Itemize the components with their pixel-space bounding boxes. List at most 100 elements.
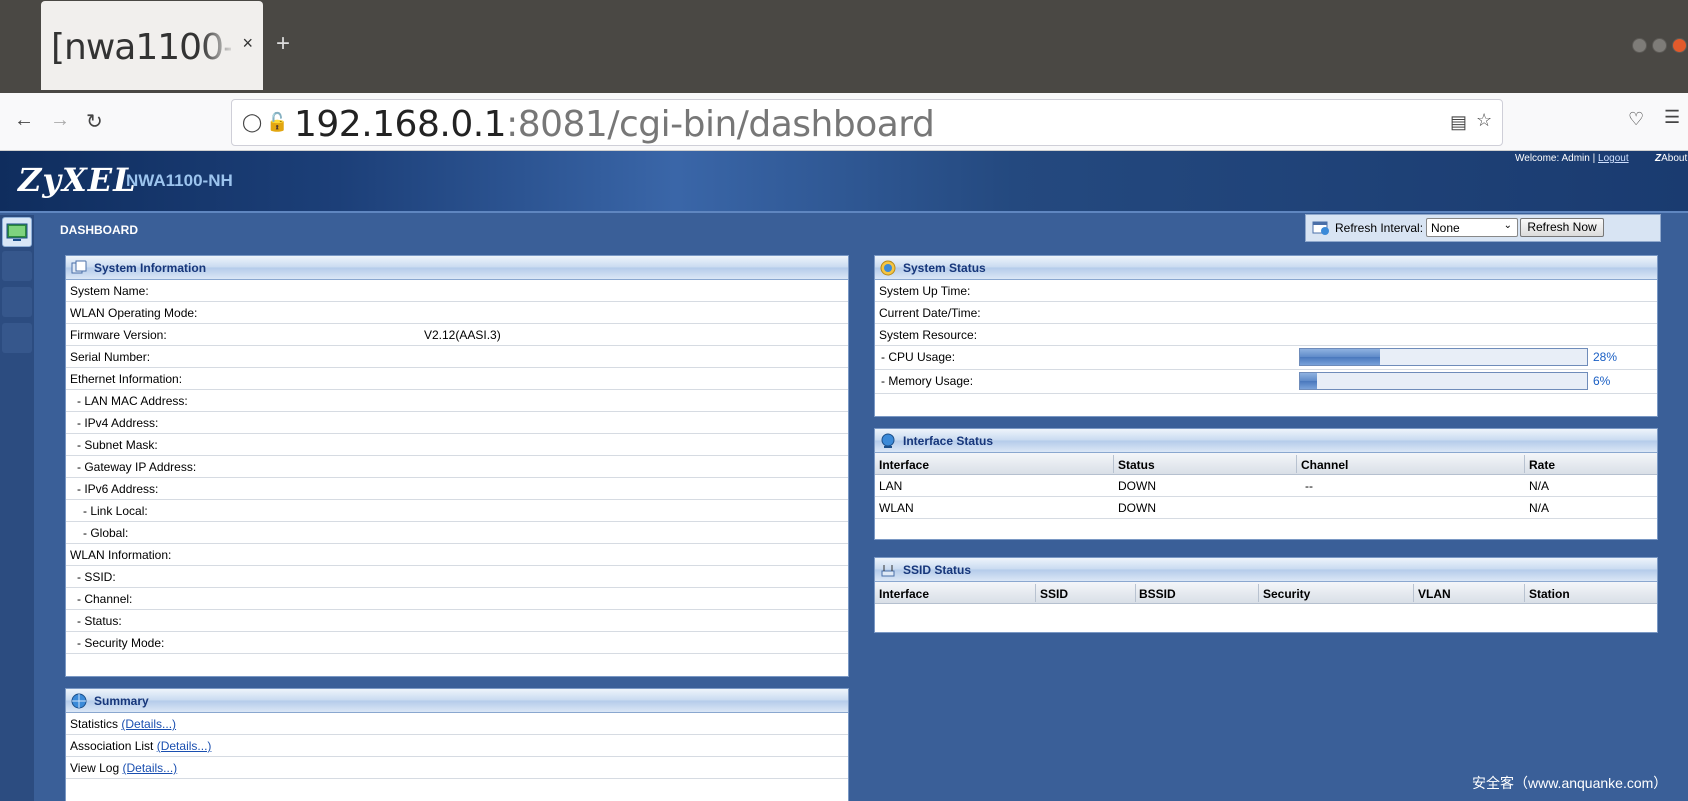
- info-row: - Security Mode:: [66, 632, 848, 654]
- page-title: DASHBOARD: [60, 223, 138, 237]
- column-divider: [1035, 584, 1036, 602]
- info-label: - Subnet Mask:: [77, 438, 158, 452]
- panel-title: Interface Status: [903, 434, 994, 448]
- dashboard-nav-icon[interactable]: [2, 217, 32, 247]
- maximize-icon[interactable]: [1652, 38, 1667, 53]
- reload-icon[interactable]: ↻: [86, 109, 103, 134]
- shield-icon[interactable]: ◯: [242, 112, 262, 133]
- refresh-interval-label: Refresh Interval:: [1335, 221, 1424, 235]
- interface-cell: LAN: [879, 479, 903, 493]
- tab-title: [nwa1100-nh]: [51, 27, 231, 68]
- column-header: Security: [1263, 587, 1311, 601]
- interface-cell: WLAN: [879, 501, 914, 515]
- url-host: 192.168.0.1: [294, 104, 507, 145]
- reader-view-icon[interactable]: ▤: [1450, 112, 1467, 133]
- summary-label: Statistics (Details...): [70, 717, 176, 731]
- memory-label: - Memory Usage:: [881, 374, 974, 388]
- ssid-status-panel: SSID Status Interface SSID BSSID Securit…: [874, 557, 1658, 633]
- info-row: - Status:: [66, 610, 848, 632]
- bookmark-star-icon[interactable]: ☆: [1476, 110, 1492, 131]
- info-row: Serial Number:: [66, 346, 848, 368]
- table-row: WLAN DOWN N/A: [875, 497, 1657, 519]
- panel-title: System Status: [903, 261, 986, 275]
- summary-label: Association List (Details...): [70, 739, 211, 753]
- refresh-interval-select[interactable]: None ⌄: [1426, 218, 1518, 237]
- column-divider: [1258, 584, 1259, 602]
- summary-row: Statistics (Details...): [66, 713, 848, 735]
- about-link[interactable]: ZAbout: [1655, 153, 1687, 164]
- uptime-row: System Up Time:: [875, 280, 1657, 302]
- info-label: - IPv4 Address:: [77, 416, 159, 430]
- menu-icon[interactable]: ☰: [1664, 107, 1680, 128]
- column-divider: [1413, 584, 1414, 602]
- summary-row: Association List (Details...): [66, 735, 848, 757]
- column-divider: [1524, 455, 1525, 473]
- top-banner: ZyXEL NWA1100-NH Welcome: Admin | Logout…: [0, 151, 1688, 213]
- logout-link[interactable]: Logout: [1598, 153, 1629, 164]
- insecure-lock-icon[interactable]: 🔓: [266, 112, 288, 133]
- system-info-icon: [71, 260, 87, 274]
- chevron-down-icon: ⌄: [1503, 220, 1512, 231]
- column-divider: [1113, 455, 1114, 473]
- forward-icon[interactable]: →: [50, 109, 70, 132]
- browser-nav-bar: ← → ↻ ◯ 🔓 192.168.0.1:8081/cgi-bin/dashb…: [0, 93, 1688, 151]
- new-tab-icon[interactable]: +: [276, 30, 290, 58]
- info-row: System Name:: [66, 280, 848, 302]
- browser-tab[interactable]: [nwa1100-nh] ×: [41, 1, 263, 90]
- refresh-interval-value: None: [1431, 221, 1460, 235]
- info-label: - Security Mode:: [77, 636, 165, 650]
- url-bar[interactable]: ◯ 🔓 192.168.0.1:8081/cgi-bin/dashboard ▤…: [231, 99, 1503, 146]
- summary-row: View Log (Details...): [66, 757, 848, 779]
- summary-rows: Statistics (Details...) Association List …: [66, 713, 848, 779]
- summary-item-label: Statistics: [70, 717, 119, 731]
- url-text[interactable]: 192.168.0.1:8081/cgi-bin/dashboard: [294, 104, 935, 145]
- details-link[interactable]: (Details...): [123, 761, 178, 775]
- column-header: Rate: [1529, 458, 1556, 472]
- info-label: - Status:: [77, 614, 122, 628]
- info-row: Ethernet Information:: [66, 368, 848, 390]
- column-divider: [1296, 455, 1297, 473]
- config-nav-icon[interactable]: [2, 287, 32, 317]
- model-name: NWA1100-NH: [126, 171, 233, 190]
- info-label: - Channel:: [77, 592, 133, 606]
- info-label: - LAN MAC Address:: [77, 394, 188, 408]
- column-header: Channel: [1301, 458, 1349, 472]
- rate-cell: N/A: [1529, 501, 1550, 515]
- info-row: - Link Local:: [66, 500, 848, 522]
- info-row: - SSID:: [66, 566, 848, 588]
- info-row: - Gateway IP Address:: [66, 456, 848, 478]
- minimize-icon[interactable]: [1632, 38, 1647, 53]
- zyxel-logo: ZyXEL: [18, 161, 137, 199]
- maintenance-nav-icon[interactable]: [2, 323, 32, 353]
- column-header: Interface: [879, 587, 930, 601]
- column-header: Interface: [879, 458, 930, 472]
- details-link[interactable]: (Details...): [157, 739, 212, 753]
- info-row: - Subnet Mask:: [66, 434, 848, 456]
- column-header: SSID: [1040, 587, 1069, 601]
- summary-panel: Summary Statistics (Details...) Associati…: [65, 688, 849, 801]
- details-link[interactable]: (Details...): [121, 717, 176, 731]
- datetime-row: Current Date/Time:: [875, 302, 1657, 324]
- globe-icon: [71, 693, 87, 709]
- column-header: BSSID: [1139, 587, 1176, 601]
- system-info-rows: System Name: WLAN Operating Mode: Firmware…: [66, 280, 848, 654]
- watermark: 安全客（www.anquanke.com）: [1472, 775, 1668, 791]
- cpu-row: - CPU Usage: 28%: [875, 346, 1657, 370]
- pocket-icon[interactable]: ♡: [1628, 109, 1644, 130]
- panel-header: Interface Status: [875, 429, 1657, 453]
- info-row: WLAN Information:: [66, 544, 848, 566]
- wireless-ap-icon: [881, 565, 895, 577]
- window-close-icon[interactable]: [1672, 38, 1687, 53]
- info-label: - IPv6 Address:: [77, 482, 159, 496]
- cpu-usage-value: 28%: [1593, 350, 1618, 364]
- info-row: - Channel:: [66, 588, 848, 610]
- info-row: WLAN Operating Mode:: [66, 302, 848, 324]
- info-value: V2.12(AASI.3): [424, 328, 501, 342]
- refresh-now-button[interactable]: Refresh Now: [1520, 218, 1604, 237]
- status-cell: DOWN: [1118, 479, 1156, 493]
- back-icon[interactable]: ←: [14, 109, 34, 132]
- monitor-nav-icon[interactable]: [2, 251, 32, 281]
- interface-status-panel: Interface Status Interface Status Channe…: [874, 428, 1658, 540]
- tab-close-icon[interactable]: ×: [242, 33, 253, 54]
- resource-label: System Resource:: [879, 328, 978, 342]
